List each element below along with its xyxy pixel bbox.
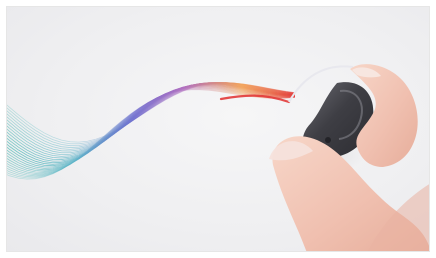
scene-svg	[7, 64, 429, 251]
wave-line	[7, 86, 296, 176]
wave-line	[7, 84, 296, 172]
image-frame	[0, 0, 436, 258]
photo-scene	[6, 6, 430, 252]
sound-wave-icon	[7, 81, 296, 180]
